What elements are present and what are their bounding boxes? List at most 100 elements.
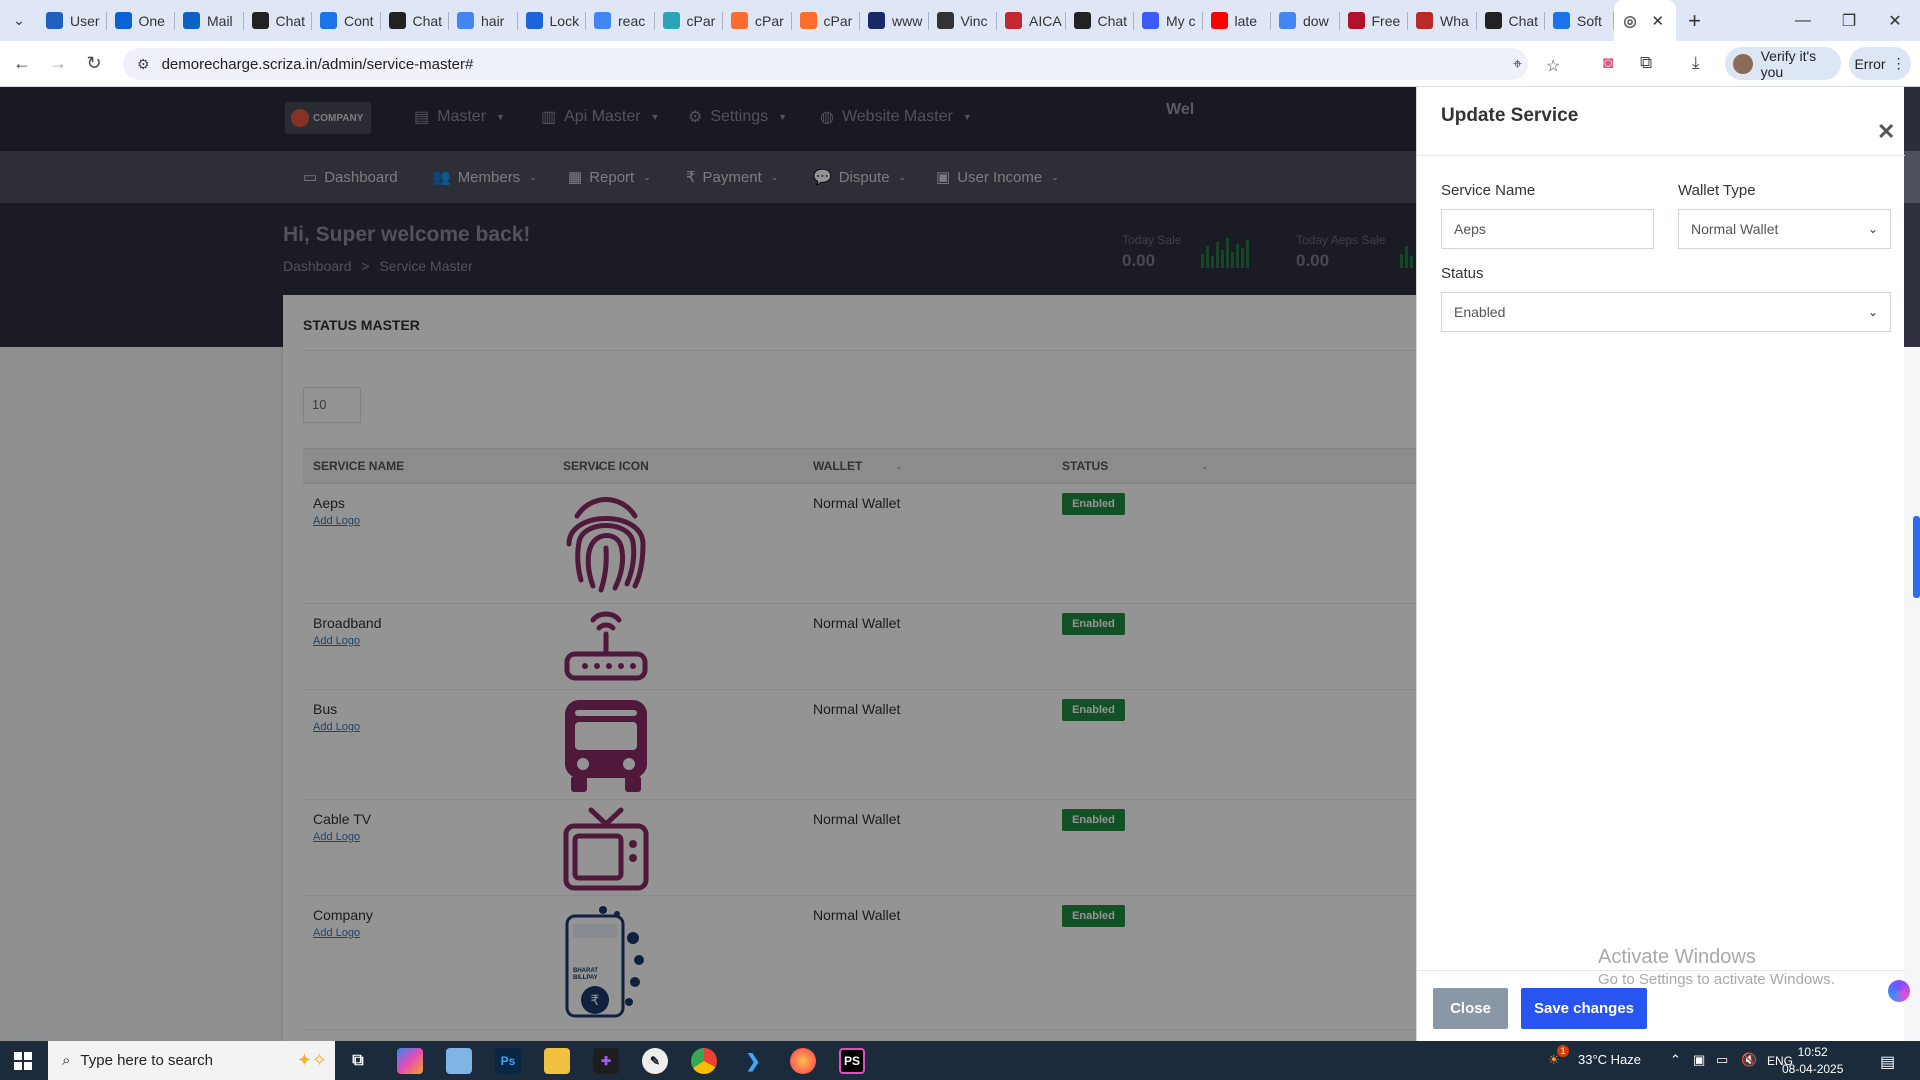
forward-icon[interactable]: →	[44, 50, 72, 78]
figma-icon[interactable]: ✚	[593, 1048, 619, 1074]
outlook-icon	[183, 12, 200, 29]
error-menu-button[interactable]: Error ⋮	[1849, 47, 1911, 80]
cpanel-icon	[731, 12, 748, 29]
weather-badge: 1	[1557, 1045, 1569, 1057]
browser-tab[interactable]: Wha	[1408, 0, 1477, 41]
instagram-extension-icon[interactable]: ◙	[1603, 53, 1613, 73]
close-tab-icon[interactable]: ✕	[1652, 12, 1665, 30]
browser-tab[interactable]: Chat	[1477, 0, 1546, 41]
tab-label: Soft	[1577, 12, 1602, 29]
notepad-app-icon[interactable]	[446, 1048, 472, 1074]
phpstorm-icon[interactable]: PS	[839, 1048, 865, 1074]
browser-tab[interactable]: cPar	[792, 0, 861, 41]
jira-icon	[525, 12, 543, 29]
clock[interactable]: 10:52 08-04-2025	[1782, 1044, 1843, 1078]
tab-label: My c	[1166, 12, 1196, 29]
chevron-up-icon[interactable]: ⌃	[1670, 1052, 1681, 1068]
verify-label: Verify it's you	[1760, 47, 1817, 80]
firefox-icon[interactable]	[790, 1048, 816, 1074]
browser-tab[interactable]: Cont	[312, 0, 381, 41]
copilot-app-icon[interactable]	[397, 1048, 423, 1074]
back-icon[interactable]: ←	[8, 50, 36, 78]
site-info-icon[interactable]: ⚙	[137, 56, 150, 73]
minimize-icon[interactable]: —	[1780, 0, 1826, 41]
chatgpt-icon	[388, 12, 406, 29]
browser-tab[interactable]: cPar	[655, 0, 724, 41]
browser-tab[interactable]: Chat	[1066, 0, 1135, 41]
weather-text[interactable]: 33°C Haze	[1578, 1052, 1641, 1067]
tab-label: Chat	[412, 12, 443, 29]
tab-label: AICA	[1029, 12, 1062, 29]
browser-tab[interactable]: Lock	[518, 0, 587, 41]
close-button[interactable]: Close	[1433, 988, 1508, 1029]
start-button[interactable]	[0, 1041, 46, 1080]
browser-tab[interactable]: www	[860, 0, 929, 41]
activate-windows-watermark: Activate Windows Go to Settings to activ…	[1598, 946, 1835, 988]
tab-label: cPar	[686, 12, 716, 29]
window-close-icon[interactable]: ✕	[1872, 0, 1918, 41]
close-icon[interactable]: ✕	[1877, 121, 1895, 143]
quora-icon	[1416, 12, 1433, 29]
google-icon	[457, 12, 474, 29]
modal-backdrop[interactable]	[0, 87, 1416, 1041]
web-page: COMPANY ▤ Master ▼ ▥ Api Master ▼ ⚙ Sett…	[0, 87, 1920, 1041]
browser-tab[interactable]: One	[107, 0, 176, 41]
browser-tab[interactable]: late	[1203, 0, 1272, 41]
browser-tab[interactable]: dow	[1271, 0, 1340, 41]
photoshop-icon[interactable]: Ps	[495, 1048, 521, 1074]
reload-icon[interactable]: ↻	[80, 50, 108, 78]
tab-search-chevron-icon[interactable]: ⌄	[0, 0, 38, 41]
browser-tab[interactable]: User	[38, 0, 107, 41]
browser-tab[interactable]: AICA	[997, 0, 1066, 41]
notification-icon[interactable]: ▤	[1880, 1052, 1895, 1072]
browser-tab[interactable]: Vinc	[929, 0, 998, 41]
vscode-icon[interactable]: ❯	[740, 1048, 766, 1074]
browser-tab[interactable]: Mail	[175, 0, 244, 41]
active-tab[interactable]: ◎ ✕	[1613, 0, 1676, 41]
network-icon[interactable]: ▭	[1716, 1052, 1728, 1068]
chevron-down-icon: ⌄	[1867, 222, 1878, 236]
file-explorer-icon[interactable]	[544, 1048, 570, 1074]
browser-tab[interactable]: Soft	[1545, 0, 1614, 41]
location-icon[interactable]: ⌖	[1513, 56, 1522, 74]
extensions-icon[interactable]: ⧉	[1640, 53, 1652, 73]
tab-label: reac	[618, 12, 646, 29]
service-name-input[interactable]: Aeps	[1441, 209, 1654, 249]
browser-tab[interactable]: Free	[1340, 0, 1409, 41]
browser-tab[interactable]: reac	[586, 0, 655, 41]
taskbar-search-box[interactable]: ⌕ Type here to search ✦✧	[48, 1041, 335, 1080]
search-icon: ⌕	[62, 1052, 71, 1069]
download-icon[interactable]: ⤓	[1692, 53, 1700, 73]
new-tab-button[interactable]: +	[1676, 8, 1714, 34]
task-view-icon[interactable]: ⧉	[345, 1048, 371, 1074]
browser-tab[interactable]: hair	[449, 0, 518, 41]
google-icon	[1279, 12, 1296, 29]
volume-muted-icon[interactable]: 🔇	[1741, 1052, 1757, 1068]
tab-label: Cont	[344, 12, 374, 29]
inkscape-icon[interactable]: ✎	[642, 1048, 668, 1074]
browser-tab[interactable]: cPar	[723, 0, 792, 41]
copilot-icon[interactable]	[1888, 980, 1910, 1002]
browser-tab[interactable]: My c	[1134, 0, 1203, 41]
chrome-icon[interactable]	[691, 1048, 717, 1074]
browser-tab[interactable]: Chat	[244, 0, 313, 41]
save-changes-button[interactable]: Save changes	[1521, 988, 1647, 1029]
clock-date: 08-04-2025	[1782, 1062, 1844, 1076]
people-icon	[1142, 12, 1159, 29]
status-value: Enabled	[1454, 304, 1506, 320]
wallet-type-select[interactable]: Normal Wallet ⌄	[1678, 209, 1891, 249]
tab-label: Chat	[1508, 12, 1539, 29]
tab-label: One	[138, 12, 165, 29]
browser-tab[interactable]: Chat	[381, 0, 450, 41]
omnibox[interactable]: ⚙ demorecharge.scriza.in/admin/service-m…	[123, 48, 1560, 80]
restore-icon[interactable]: ❐	[1826, 0, 1872, 41]
word-icon	[46, 12, 63, 29]
scrollbar-thumb[interactable]	[1913, 516, 1920, 598]
wallet-type-label: Wallet Type	[1678, 182, 1756, 199]
bookmark-star-icon[interactable]: ☆	[1546, 56, 1560, 76]
status-select[interactable]: Enabled ⌄	[1441, 292, 1891, 332]
meet-icon[interactable]: ▣	[1693, 1052, 1705, 1068]
chatgpt-icon	[1073, 12, 1091, 29]
verify-profile-button[interactable]: Verify it's you	[1725, 47, 1841, 80]
url-text[interactable]: demorecharge.scriza.in/admin/service-mas…	[162, 56, 474, 73]
